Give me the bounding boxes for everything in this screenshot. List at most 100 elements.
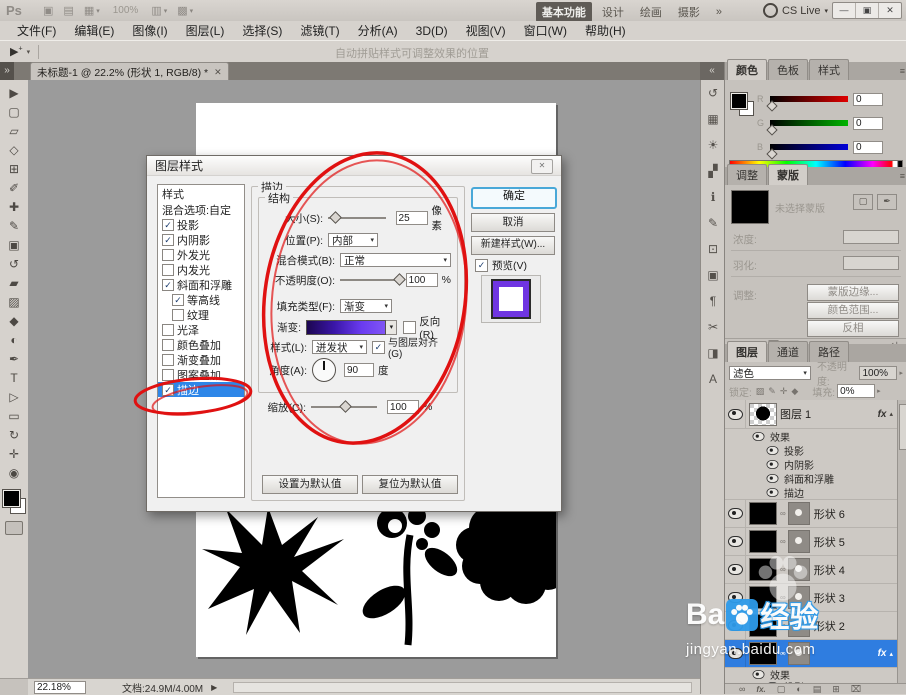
effect-row-inner-shadow[interactable]: 内阴影 (725, 457, 897, 471)
style-item-color-overlay[interactable]: 颜色叠加 (158, 337, 244, 352)
color-panel-menu-icon[interactable]: ≡ (900, 66, 905, 76)
checkbox[interactable]: ✓ (172, 294, 184, 306)
status-options-arrow-icon[interactable]: ▶ (211, 683, 217, 692)
blue-value-input[interactable] (853, 141, 883, 154)
lock-transparency-icon[interactable]: ▨ (756, 386, 765, 397)
lock-all-icon[interactable]: ◆ (791, 386, 798, 397)
tab-color[interactable]: 颜色 (727, 59, 767, 80)
effect-row-stroke[interactable]: 描边 (725, 485, 897, 500)
mini-bridge-icon[interactable]: ▤ (63, 4, 73, 17)
shape-tool[interactable]: ▭ (3, 407, 25, 426)
menu-view[interactable]: 视图(V) (457, 20, 515, 41)
3d-rotate-tool[interactable]: ↻ (3, 426, 25, 445)
add-pixel-mask-icon[interactable]: ▢ (853, 194, 873, 210)
style-item-outer-glow[interactable]: 外发光 (158, 247, 244, 262)
zoom-level-control[interactable]: 100% (113, 5, 139, 16)
opacity-slider[interactable] (340, 279, 400, 281)
toolbar-collapse-icon[interactable]: » (0, 62, 14, 80)
green-value-input[interactable] (853, 117, 883, 130)
checkbox[interactable]: ✓ (162, 219, 174, 231)
menu-image[interactable]: 图像(I) (123, 20, 176, 41)
healing-brush-tool[interactable]: ✚ (3, 198, 25, 217)
position-select[interactable]: 内部▾ (328, 233, 378, 247)
menu-help[interactable]: 帮助(H) (576, 20, 635, 41)
history-brush-tool[interactable]: ↺ (3, 255, 25, 274)
style-item-satin[interactable]: 光泽 (158, 322, 244, 337)
tab-styles[interactable]: 样式 (809, 59, 849, 80)
view-extras-icon[interactable]: ▦▾ (84, 4, 100, 17)
layer-fx-icon[interactable]: fx (878, 409, 887, 420)
hand-tool[interactable]: ✛ (3, 445, 25, 464)
blue-slider[interactable] (770, 144, 848, 150)
blend-mode-select[interactable]: 正常▾ (340, 253, 451, 267)
fx-collapse-icon[interactable]: ▴ (889, 410, 893, 418)
style-item-inner-glow[interactable]: 内发光 (158, 262, 244, 277)
status-zoom-input[interactable] (34, 681, 86, 694)
brush-tool[interactable]: ✎ (3, 217, 25, 236)
visibility-eye-icon[interactable] (728, 409, 743, 420)
history-panel-icon[interactable]: ↺ (701, 80, 725, 106)
angle-dial[interactable] (312, 358, 336, 382)
clone-stamp-tool[interactable]: ▣ (3, 236, 25, 255)
invert-button[interactable]: 反相 (807, 320, 899, 337)
size-input[interactable] (396, 211, 428, 225)
style-item-contour[interactable]: ✓等高线 (168, 292, 244, 307)
opacity-input[interactable] (406, 273, 438, 287)
visibility-eye-icon[interactable] (728, 536, 743, 547)
lock-pixels-icon[interactable]: ✎ (768, 386, 776, 397)
layer-row-shape5[interactable]: ∞ 形状 5 (725, 528, 897, 556)
checkbox[interactable] (162, 354, 174, 366)
density-input[interactable] (843, 230, 899, 244)
dialog-close-icon[interactable]: ✕ (531, 159, 553, 174)
quick-selection-tool[interactable]: ◇ (3, 141, 25, 160)
visibility-eye-icon[interactable] (767, 446, 779, 455)
tab-adjustments[interactable]: 调整 (727, 164, 767, 185)
foreground-background-swatches[interactable] (2, 489, 26, 515)
tab-masks[interactable]: 蒙版 (768, 164, 808, 185)
effects-group-row[interactable]: 效果 (725, 429, 897, 443)
tab-channels[interactable]: 通道 (768, 341, 808, 362)
layer-thumbnail[interactable] (749, 530, 777, 553)
layer-comps-panel-icon[interactable]: ▣ (701, 262, 725, 288)
checkbox[interactable] (162, 264, 174, 276)
menu-window[interactable]: 窗口(W) (515, 20, 576, 41)
visibility-eye-icon[interactable] (753, 432, 765, 441)
style-item-pattern-overlay[interactable]: 图案叠加 (158, 367, 244, 382)
preview-checkbox[interactable]: ✓ (475, 259, 488, 272)
layer-row-shape4[interactable]: ∞ 形状 4 (725, 556, 897, 584)
layers-opacity-input[interactable] (859, 366, 897, 380)
visibility-eye-icon[interactable] (728, 564, 743, 575)
layer-row-layer1[interactable]: 图层 1 fx ▴ (725, 400, 897, 429)
pen-tool[interactable]: ✒ (3, 350, 25, 369)
character-panel-icon[interactable]: A (701, 366, 725, 392)
arrange-documents-icon[interactable]: ▥▾ (151, 4, 167, 17)
checkbox[interactable] (162, 324, 174, 336)
workspace-painting[interactable]: 绘画 (634, 2, 668, 22)
tab-layers[interactable]: 图层 (727, 341, 767, 362)
red-value-input[interactable] (853, 93, 883, 106)
fill-type-select[interactable]: 渐变▾ (340, 299, 392, 313)
restore-button[interactable]: ▣ (855, 3, 878, 18)
status-scroll-groove[interactable] (233, 682, 692, 693)
screen-mode-icon[interactable]: ▩▾ (177, 4, 193, 17)
paragraph-panel-icon[interactable]: ¶ (701, 288, 725, 314)
document-tab-close-icon[interactable]: ✕ (214, 67, 222, 78)
path-selection-tool[interactable]: ▷ (3, 388, 25, 407)
checkbox[interactable] (162, 339, 174, 351)
green-slider[interactable] (770, 120, 848, 126)
close-button[interactable]: ✕ (878, 3, 901, 18)
clone-source-panel-icon[interactable]: ⊡ (701, 236, 725, 262)
checkbox[interactable] (162, 369, 174, 381)
fill-input[interactable] (837, 384, 875, 398)
menu-filter[interactable]: 滤镜(T) (291, 20, 348, 41)
style-item-drop-shadow[interactable]: ✓投影 (158, 217, 244, 232)
visibility-eye-icon[interactable] (728, 508, 743, 519)
size-slider[interactable] (328, 217, 386, 219)
adjustments-panel-icon[interactable]: ☀ (701, 132, 725, 158)
workspace-photography[interactable]: 摄影 (672, 2, 706, 22)
masks-panel-menu-icon[interactable]: ≡ (900, 171, 905, 181)
tab-swatches[interactable]: 色板 (768, 59, 808, 80)
dialog-title-bar[interactable]: 图层样式 (147, 156, 561, 176)
set-default-button[interactable]: 设置为默认值 (262, 475, 358, 494)
visibility-eye-icon[interactable] (767, 474, 779, 483)
